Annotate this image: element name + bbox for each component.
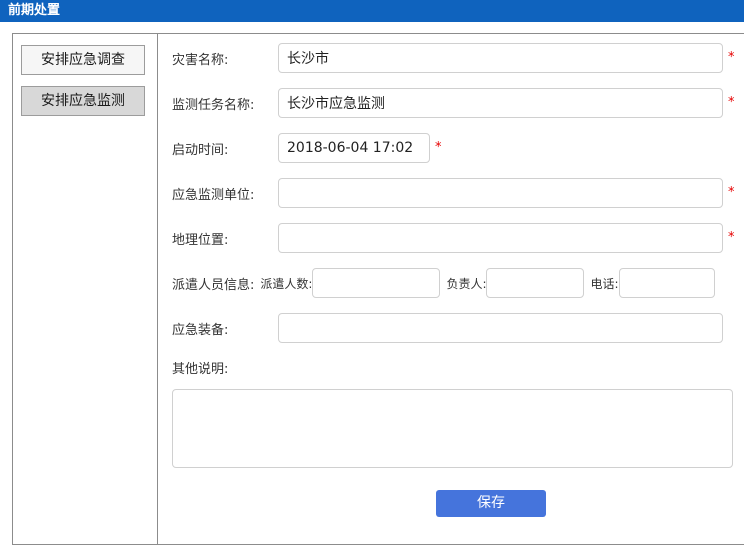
sidebar: 安排应急调查 安排应急监测: [13, 34, 158, 544]
row-personnel: 派遣人员信息: 派遣人数: 负责人: 电话:: [172, 268, 744, 298]
equipment-input[interactable]: [278, 313, 723, 343]
task-name-input[interactable]: [278, 88, 723, 118]
dispatch-count-input[interactable]: [312, 268, 440, 298]
required-marker: *: [435, 133, 442, 163]
leader-label: 负责人:: [446, 275, 486, 292]
notes-textarea[interactable]: [172, 389, 733, 468]
required-marker: *: [728, 88, 735, 118]
monitor-unit-input[interactable]: [278, 178, 723, 208]
required-marker: *: [728, 43, 735, 73]
row-location: 地理位置: *: [172, 223, 744, 253]
save-button[interactable]: 保存: [436, 490, 546, 517]
personnel-label: 派遣人员信息:: [172, 274, 260, 293]
notes-label: 其他说明:: [172, 358, 744, 377]
monitor-unit-label: 应急监测单位:: [172, 184, 278, 203]
task-name-label: 监测任务名称:: [172, 94, 278, 113]
phone-input[interactable]: [619, 268, 715, 298]
row-equipment: 应急装备:: [172, 313, 744, 343]
content-panel: 安排应急调查 安排应急监测 灾害名称: * 监测任务名称: * 启动时间: * …: [12, 33, 744, 545]
form-area: 灾害名称: * 监测任务名称: * 启动时间: * 应急监测单位: * 地理位置…: [158, 34, 744, 544]
disaster-name-input[interactable]: [278, 43, 723, 73]
required-marker: *: [728, 223, 735, 253]
location-input[interactable]: [278, 223, 723, 253]
required-marker: *: [728, 178, 735, 208]
row-monitor-unit: 应急监测单位: *: [172, 178, 744, 208]
start-time-input[interactable]: [278, 133, 430, 163]
location-label: 地理位置:: [172, 229, 278, 248]
row-start-time: 启动时间: *: [172, 133, 744, 163]
dispatch-count-label: 派遣人数:: [260, 275, 312, 292]
disaster-name-label: 灾害名称:: [172, 49, 278, 68]
row-disaster-name: 灾害名称: *: [172, 43, 744, 73]
save-row: 保存: [172, 490, 744, 517]
equipment-label: 应急装备:: [172, 319, 278, 338]
start-time-label: 启动时间:: [172, 139, 278, 158]
sidebar-button-arrange-monitoring[interactable]: 安排应急监测: [21, 86, 145, 116]
sidebar-button-arrange-survey[interactable]: 安排应急调查: [21, 45, 145, 75]
leader-input[interactable]: [486, 268, 584, 298]
row-task-name: 监测任务名称: *: [172, 88, 744, 118]
page-title: 前期处置: [0, 0, 744, 22]
phone-label: 电话:: [590, 275, 618, 292]
